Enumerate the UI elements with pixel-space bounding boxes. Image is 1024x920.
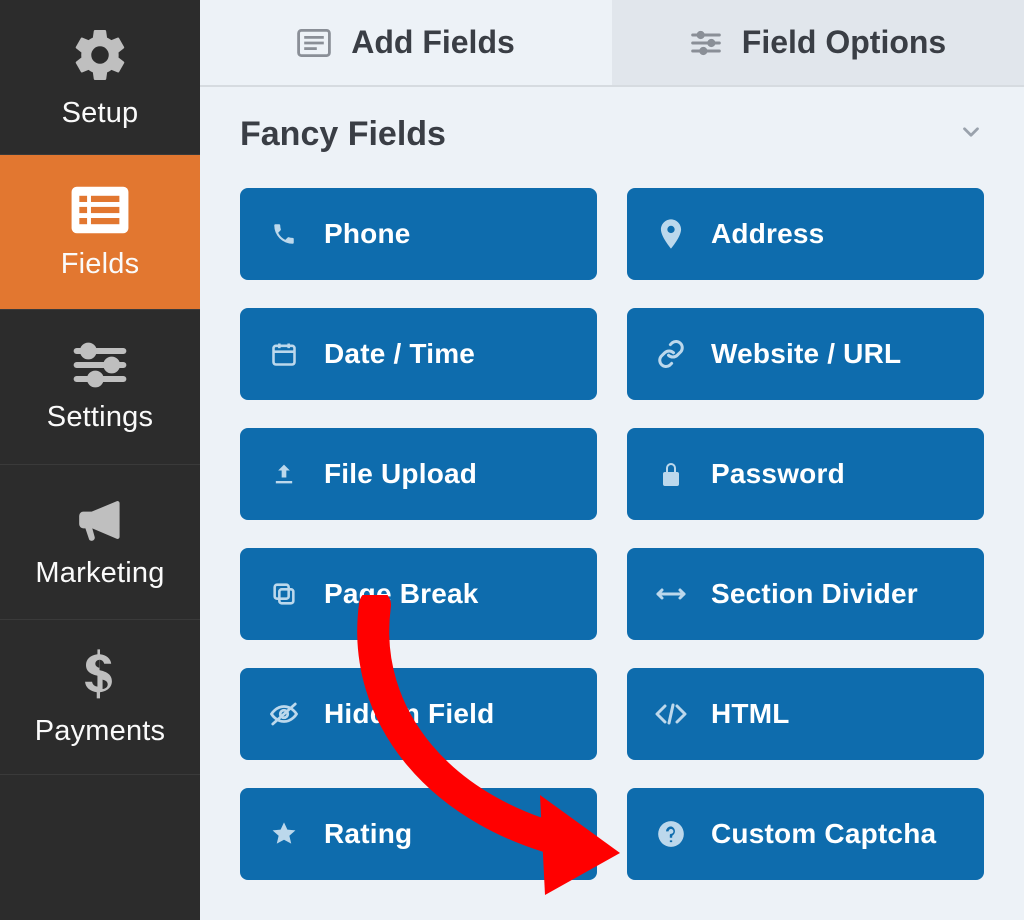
field-website-url[interactable]: Website / URL [627,308,984,400]
bullhorn-icon [72,495,128,545]
chevron-down-icon [958,119,984,150]
sidebar: Setup Fields Settings Marketing Payments [0,0,200,920]
tabs: Add Fields Field Options [200,0,1024,87]
field-html[interactable]: HTML [627,668,984,760]
sidebar-item-label: Fields [61,248,140,281]
tab-add-fields[interactable]: Add Fields [200,0,612,85]
field-file-upload[interactable]: File Upload [240,428,597,520]
tab-label: Field Options [742,24,946,61]
upload-icon [266,460,302,488]
sidebar-item-payments[interactable]: Payments [0,620,200,775]
field-label: Custom Captcha [711,818,936,850]
field-label: Password [711,458,845,490]
list-icon [69,184,131,236]
sidebar-item-label: Settings [47,401,153,434]
field-label: Website / URL [711,338,901,370]
field-label: Page Break [324,578,479,610]
field-label: HTML [711,698,790,730]
sidebar-item-fields[interactable]: Fields [0,155,200,310]
field-hidden-field[interactable]: Hidden Field [240,668,597,760]
field-custom-captcha[interactable]: Custom Captcha [627,788,984,880]
field-label: File Upload [324,458,477,490]
calendar-icon [266,340,302,368]
field-label: Rating [324,818,412,850]
field-date-time[interactable]: Date / Time [240,308,597,400]
section-title: Fancy Fields [240,115,446,154]
tab-field-options[interactable]: Field Options [612,0,1024,85]
map-pin-icon [653,219,689,249]
arrows-horizontal-icon [653,584,689,604]
form-icon [297,29,331,57]
sidebar-item-label: Marketing [35,557,164,590]
field-phone[interactable]: Phone [240,188,597,280]
field-password[interactable]: Password [627,428,984,520]
sidebar-item-marketing[interactable]: Marketing [0,465,200,620]
sidebar-item-label: Setup [62,97,139,130]
fields-grid: Phone Address Date / Time Website / URL [200,178,1024,920]
field-label: Date / Time [324,338,475,370]
sidebar-item-label: Payments [35,715,166,748]
eye-slash-icon [266,701,302,727]
lock-icon [653,460,689,488]
gear-icon [70,25,130,85]
dollar-icon [81,647,119,703]
field-label: Address [711,218,824,250]
field-label: Hidden Field [324,698,494,730]
field-label: Phone [324,218,411,250]
main-panel: Add Fields Field Options Fancy Fields Ph… [200,0,1024,920]
tab-label: Add Fields [351,24,515,61]
sliders-icon [72,341,128,389]
link-icon [653,339,689,369]
sidebar-item-setup[interactable]: Setup [0,0,200,155]
field-page-break[interactable]: Page Break [240,548,597,640]
question-circle-icon [653,820,689,848]
sidebar-item-settings[interactable]: Settings [0,310,200,465]
field-rating[interactable]: Rating [240,788,597,880]
field-section-divider[interactable]: Section Divider [627,548,984,640]
code-icon [653,702,689,726]
sliders-icon [690,29,722,57]
field-label: Section Divider [711,578,918,610]
copy-icon [266,580,302,608]
field-address[interactable]: Address [627,188,984,280]
star-icon [266,820,302,848]
section-header[interactable]: Fancy Fields [200,87,1024,178]
phone-icon [266,221,302,247]
